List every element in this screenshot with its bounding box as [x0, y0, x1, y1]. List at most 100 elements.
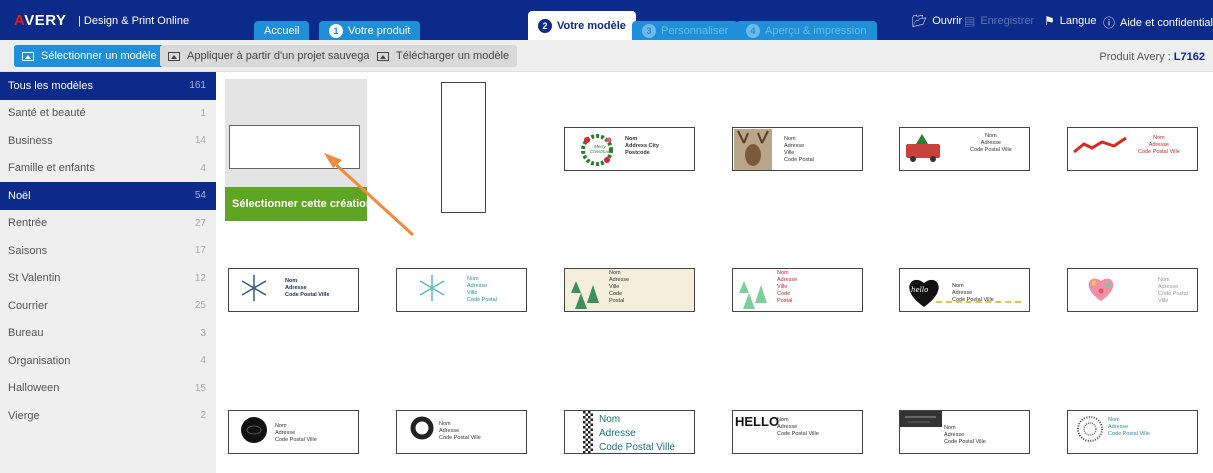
avery-logo[interactable]: AVERY [14, 12, 67, 29]
category-item[interactable]: Organisation 4 [0, 347, 216, 375]
template-card[interactable]: Merry Christmas Nom Address City Postcode [564, 127, 695, 171]
template-line: Ville [777, 283, 788, 290]
template-line: Code Postal Ville [944, 438, 986, 445]
template-line: Address City [625, 142, 659, 149]
category-count: 27 [194, 217, 206, 229]
category-item[interactable]: Bureau 3 [0, 320, 216, 348]
apply-saved-button[interactable]: Appliquer à partir d'un projet sauvegard… [160, 45, 394, 67]
tab-apercu-impression: 4 Aperçu & impression [736, 21, 877, 40]
template-line: Code Postal [784, 156, 814, 163]
template-address-text: Nom Address City Postcode [625, 136, 659, 157]
hovered-template[interactable]: Sélectionner cette création ❯ [225, 79, 390, 221]
tab-accueil[interactable]: Accueil [254, 21, 310, 40]
select-template-button[interactable]: Sélectionner un modèle [14, 45, 165, 67]
tab-label: Accueil [264, 24, 300, 37]
template-card[interactable]: Nom Adresse Code Postal Ville [899, 127, 1030, 171]
tab-votre-produit[interactable]: 1 Votre produit [319, 21, 421, 40]
template-address-text: Nom Adresse Code Postal Ville [439, 421, 481, 442]
category-count: 4 [200, 162, 206, 174]
category-item[interactable]: St Valentin 12 [0, 265, 216, 293]
template-card[interactable]: Nom Adresse Code Postal Ville [228, 410, 359, 454]
template-line: Nom [599, 414, 621, 425]
template-line: Code Postal Ville [285, 291, 330, 298]
template-card[interactable]: Nom Adresse Ville Code Postal [564, 268, 695, 312]
category-count: 14 [194, 135, 206, 147]
template-line: Adresse [777, 276, 798, 283]
category-label: Courrier [8, 299, 48, 312]
blank-portrait-template-card[interactable] [441, 82, 486, 213]
category-count: 17 [194, 245, 206, 257]
category-item[interactable]: Courrier 25 [0, 292, 216, 320]
help-button[interactable]: ⓘ Aide et confidentialité [1103, 14, 1213, 31]
category-label: Santé et beauté [8, 107, 86, 120]
template-address-text: Nom Adresse Code Postal Ville [1158, 277, 1197, 305]
category-item[interactable]: Vierge 2 [0, 402, 216, 430]
template-artwork-icon [1076, 415, 1104, 445]
select-creation-button[interactable]: Sélectionner cette création ❯ [225, 187, 390, 221]
template-line: Ville [609, 283, 620, 290]
category-count: 1 [200, 107, 206, 119]
tab-votre-modele[interactable]: 2 Votre modèle [528, 11, 636, 40]
template-artwork-icon [735, 273, 775, 311]
category-item[interactable]: Noël 54 [0, 182, 216, 210]
template-card[interactable]: Nom Adresse Code Postal Ville [1067, 410, 1198, 454]
template-card[interactable]: hello Nom Adresse Code Postal Ville [899, 268, 1030, 312]
category-item[interactable]: Tous les modèles 161 [0, 72, 216, 100]
template-line: Ville [784, 149, 795, 156]
category-item[interactable]: Rentrée 27 [0, 210, 216, 238]
category-item[interactable]: Halloween 15 [0, 375, 216, 403]
template-card[interactable]: Nom Adresse Ville Code Postal [732, 268, 863, 312]
template-address-text: Nom Adresse Ville Code Postal [609, 270, 629, 304]
step-number: 4 [746, 23, 760, 38]
template-card[interactable]: Nom Adresse Ville Code Postal [732, 127, 863, 171]
category-count: 4 [200, 355, 206, 367]
template-artwork-icon [904, 132, 944, 164]
template-line: Postal [777, 297, 793, 304]
template-address-text: Nom Adresse Ville Code Postal [784, 136, 814, 164]
select-template-label: Sélectionner un modèle [41, 50, 157, 62]
template-card[interactable]: Nom Adresse Code Postal Ville [396, 410, 527, 454]
category-item[interactable]: Business 14 [0, 127, 216, 155]
template-card[interactable]: Nom Adresse Code Postal Ville [1067, 268, 1198, 312]
template-line: Adresse [467, 282, 488, 289]
category-item[interactable]: Santé et beauté 1 [0, 100, 216, 128]
template-card[interactable]: Nom Adresse Code Postal Ville [1067, 127, 1198, 171]
template-artwork-icon [567, 273, 607, 311]
category-count: 25 [194, 300, 206, 312]
template-card[interactable]: HELLO Nom Adresse Code Postal Ville [732, 410, 863, 454]
template-line: Nom [609, 270, 621, 276]
template-line: Adresse [777, 423, 798, 430]
category-item[interactable]: Saisons 17 [0, 237, 216, 265]
category-label: Organisation [8, 354, 71, 367]
template-card[interactable]: Nom Adresse Code Postal Ville [564, 410, 695, 454]
download-template-button[interactable]: Télécharger un modèle [369, 45, 518, 67]
category-label: Tous les modèles [8, 79, 93, 92]
open-button[interactable]: 📂︎ Ouvrir [912, 14, 962, 28]
category-label: St Valentin [8, 272, 61, 285]
template-line: Adresse [1108, 423, 1129, 430]
template-line: Code Postal Ville [1138, 148, 1180, 155]
step-number: 2 [538, 18, 552, 33]
template-line: Nom [944, 425, 956, 431]
product-indicator: Produit Avery : L7162 [1099, 51, 1205, 63]
template-artwork-icon [417, 273, 447, 305]
tab-label: Votre produit [348, 24, 411, 37]
category-label: Famille et enfants [8, 162, 95, 175]
template-line: Code Postal Ville [599, 442, 675, 453]
template-line: Adresse [952, 289, 973, 296]
template-line: Nom [439, 421, 451, 427]
template-card[interactable]: Nom Adresse Code Postal Ville [228, 268, 359, 312]
template-address-text: Nom Adresse Code Postal Ville [952, 283, 994, 304]
hello-logo-text: HELLO [735, 414, 780, 429]
blank-template-card[interactable] [229, 125, 360, 169]
template-line: Nom [1153, 135, 1165, 141]
category-item[interactable]: Famille et enfants 4 [0, 155, 216, 183]
language-label: Langue [1059, 15, 1097, 27]
language-button[interactable]: ⚑ Langue [1044, 14, 1096, 28]
template-line: Nom [777, 270, 789, 276]
template-line: Code Postal Ville [952, 296, 994, 303]
template-card[interactable]: Nom Adresse Code Postal Ville [899, 410, 1030, 454]
tab-label: Personnaliser [661, 24, 729, 37]
template-card[interactable]: Nom Adresse Ville Code Postal [396, 268, 527, 312]
template-line: Nom [952, 283, 964, 289]
